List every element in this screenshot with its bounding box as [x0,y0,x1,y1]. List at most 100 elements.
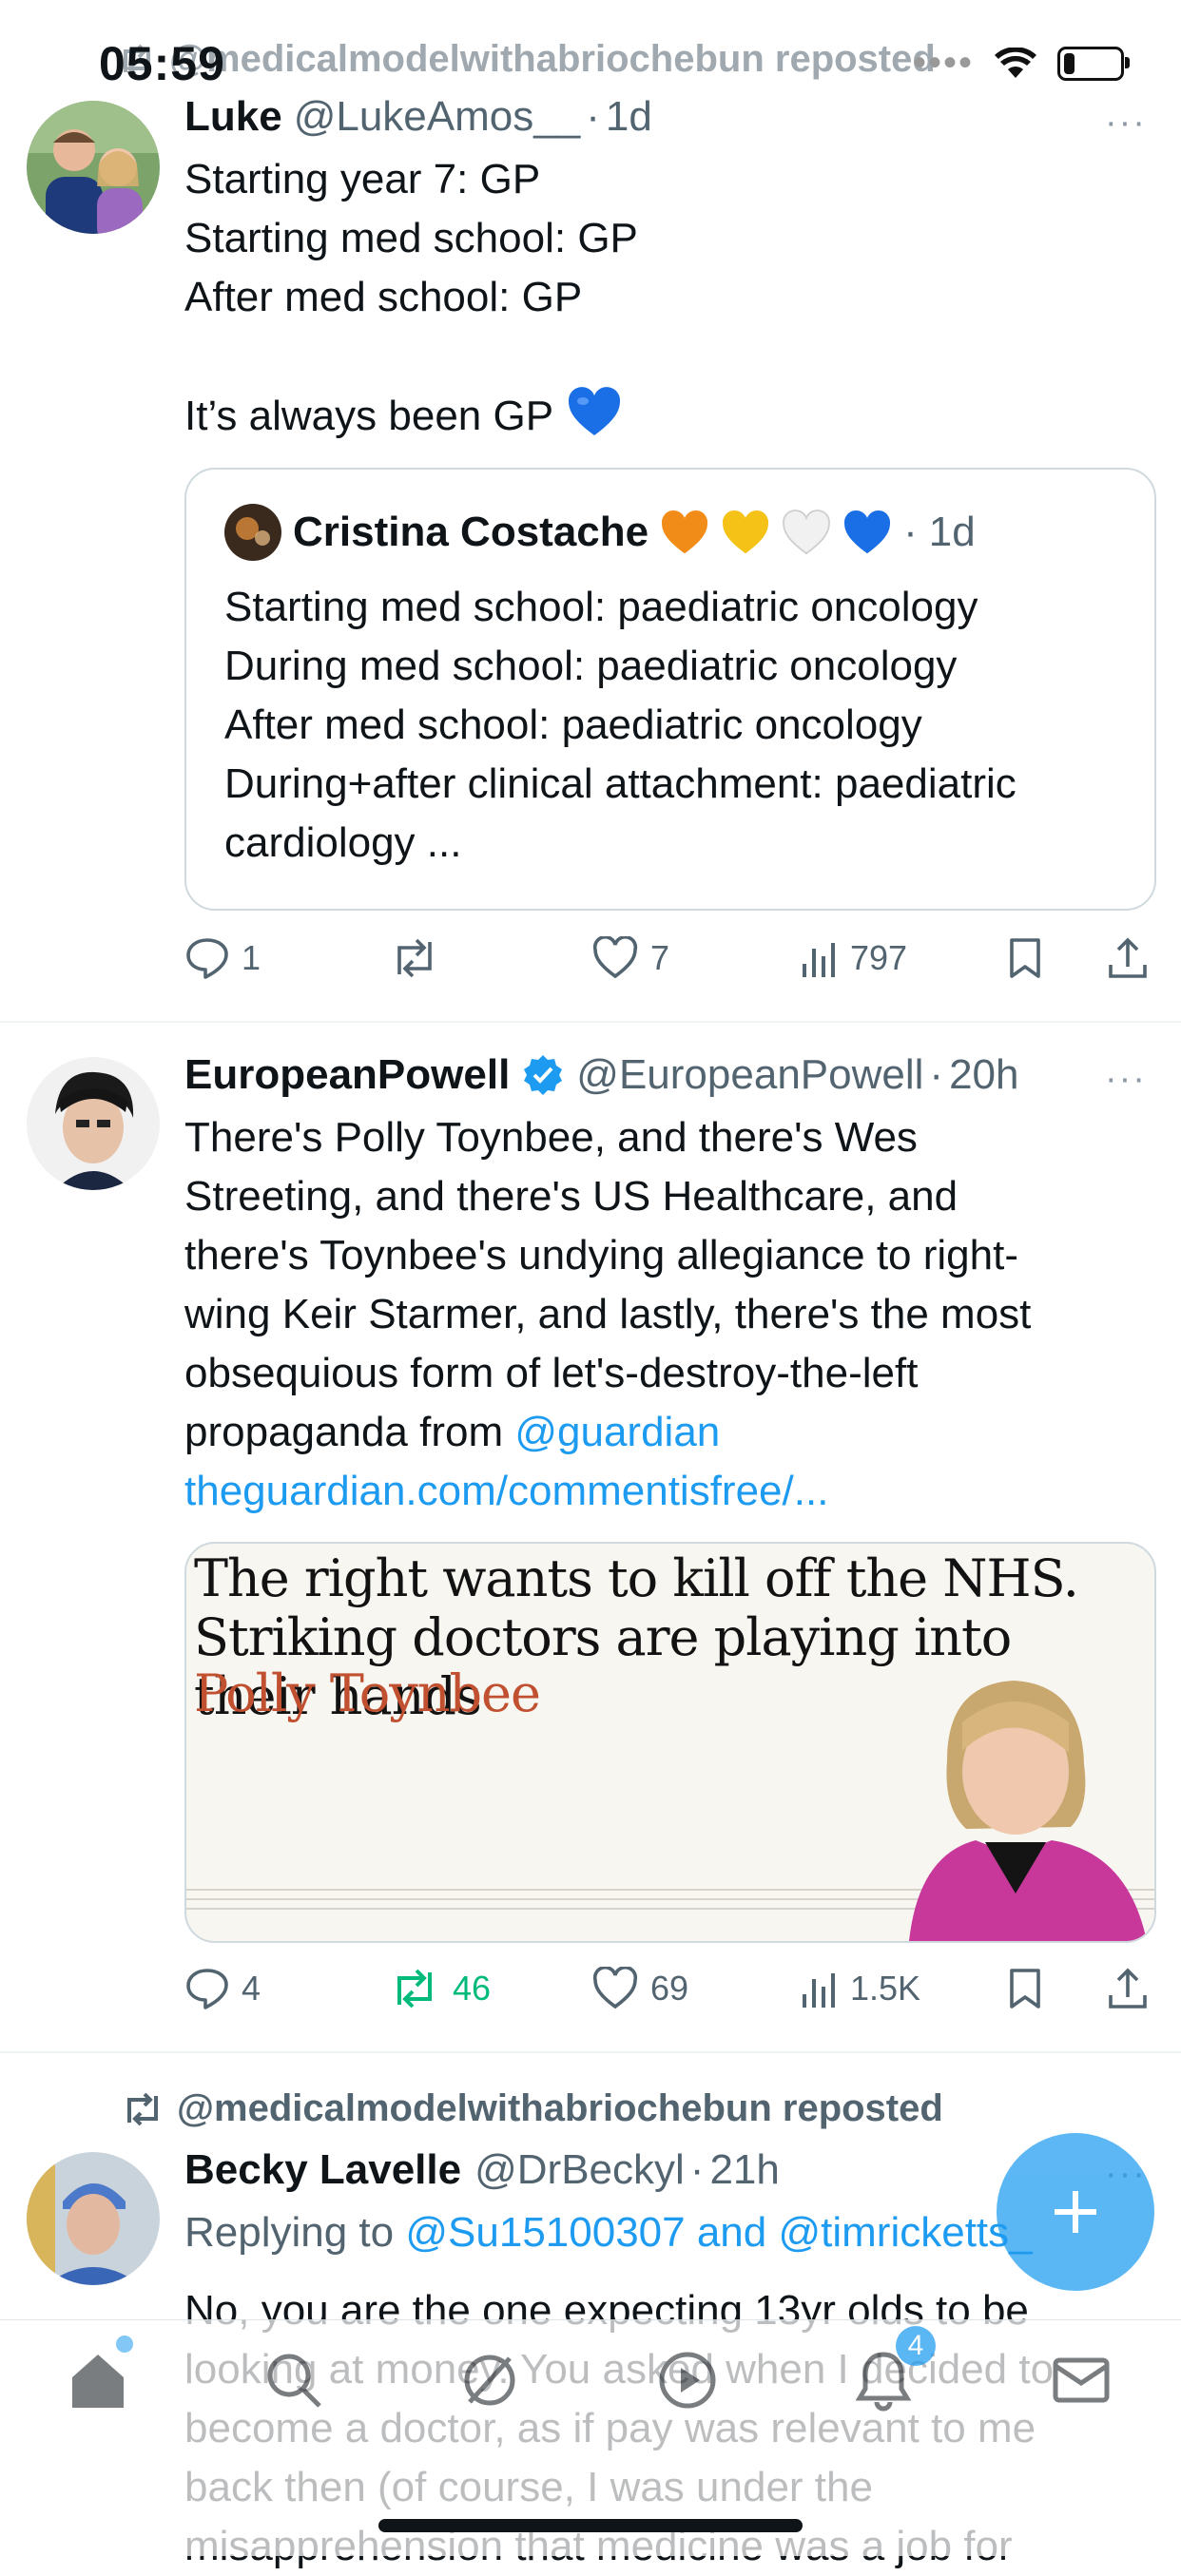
repost-button[interactable]: 46 [388,1967,491,2010]
repost-count: 46 [453,1969,492,2008]
tweet-time[interactable]: 1d [606,93,652,141]
blue-heart-icon [567,386,622,437]
replying-to: Replying to @Su15100307 and @timricketts… [184,2209,1033,2257]
avatar-photo [27,1057,160,1190]
avatar-photo [27,101,160,234]
url-link[interactable]: theguardian.com/commentisfree/... [184,1468,828,1514]
separator-dot: · [586,93,600,140]
card-byline: Polly Toynbee [194,1663,541,1723]
repost-indicator[interactable]: @medicalmodelwithabriochebun reposted [118,38,936,81]
view-count: 797 [850,938,908,977]
share-icon [1107,936,1149,980]
author-name[interactable]: Luke [184,93,282,141]
grok-icon [458,2349,521,2412]
tab-messages[interactable] [1050,2349,1113,2412]
reply-count: 4 [242,1969,261,2008]
quoted-tweet-card[interactable]: Cristina Costache · 1d Starting med scho… [184,468,1156,911]
views-chart-icon [801,937,839,979]
share-button[interactable] [1107,936,1149,980]
quoted-tweet-header: Cristina Costache · 1d [224,504,976,561]
search-icon [262,2349,325,2412]
views-button[interactable]: 797 [801,937,907,979]
reply-count: 1 [242,938,261,977]
author-handle[interactable]: @LukeAmos__ [294,93,581,141]
reply-icon [184,936,230,980]
like-count: 69 [650,1969,689,2008]
blue-heart-icon [842,509,892,555]
quoted-tweet-time: 1d [928,509,976,555]
battery-icon [1057,46,1130,81]
author-photo [909,1681,1147,1941]
mention-link[interactable]: @guardian [514,1409,720,1455]
separator-dot: · [903,509,918,555]
separator-dot: · [689,2146,705,2193]
tweet-time[interactable]: 20h [949,1051,1018,1099]
status-time: 05:59 [99,37,225,90]
repost-icon [388,1967,441,2010]
author-name[interactable]: Becky Lavelle [184,2146,461,2194]
like-button[interactable]: 69 [591,1967,688,2010]
compose-button[interactable] [997,2133,1154,2291]
like-button[interactable]: 7 [591,936,669,980]
tweet-header: Luke @LukeAmos__ · 1d [184,93,652,141]
views-chart-icon [801,1968,839,2009]
heart-outline-icon [591,936,639,980]
tab-search[interactable] [262,2349,325,2412]
notifications-badge: 4 [896,2326,936,2366]
mail-icon [1050,2349,1113,2412]
views-button[interactable]: 1.5K [801,1968,920,2009]
plus-icon [1049,2185,1102,2239]
home-indicator [378,2519,803,2532]
home-icon [67,2349,129,2412]
like-count: 7 [650,938,670,977]
tweet-divider [0,2051,1181,2053]
cellular-signal-icon: •••• [912,42,974,84]
tweet-divider [0,1021,1181,1023]
reply-button[interactable]: 1 [184,936,261,980]
status-icons: •••• [912,42,1130,85]
bookmark-icon [1006,936,1044,980]
avatar[interactable] [27,2152,160,2285]
author-name[interactable]: EuropeanPowell [184,1051,510,1099]
tweet-text: Starting year 7: GP Starting med school:… [184,150,1145,446]
repost-button[interactable] [388,936,453,980]
repost-indicator[interactable]: @medicalmodelwithabriochebun reposted [122,2087,943,2130]
bookmark-icon [1006,1967,1044,2010]
author-handle[interactable]: @EuropeanPowell [576,1051,923,1099]
repost-icon [388,936,441,980]
separator-dot: · [929,1051,944,1098]
tab-grok[interactable] [458,2349,521,2412]
tweet-time[interactable]: 21h [709,2146,779,2194]
link-preview-card[interactable]: The right wants to kill off the NHS. Str… [184,1542,1156,1943]
yellow-heart-icon [721,509,770,555]
bookmark-button[interactable] [1006,936,1044,980]
heart-outline-icon [591,1967,639,2010]
tweet-body: There's Polly Toynbee, and there's Wes S… [184,1114,1032,1455]
quoted-tweet-text: Starting med school: paediatric oncology… [224,584,1016,866]
tweet-text: There's Polly Toynbee, and there's Wes S… [184,1108,1154,1521]
share-icon [1107,1967,1149,2010]
reply-button[interactable]: 4 [184,1967,261,2010]
view-count: 1.5K [850,1969,921,2008]
quoted-avatar[interactable] [224,504,281,561]
tweet-actions: 1 7 797 [0,930,1181,987]
share-button[interactable] [1107,1967,1149,2010]
wifi-icon [995,47,1036,80]
orange-heart-icon [660,509,709,555]
tab-communities[interactable] [656,2349,719,2412]
avatar[interactable] [27,1057,160,1190]
repost-text: @medicalmodelwithabriochebun reposted [169,38,936,80]
tab-home[interactable] [67,2336,133,2412]
avatar[interactable] [27,101,160,234]
tweet-header: EuropeanPowell @EuropeanPowell · 20h [184,1051,1018,1099]
avatar-photo [27,2152,160,2285]
more-options-icon[interactable]: ··· [1105,1059,1147,1100]
author-handle[interactable]: @DrBeckyl [474,2146,685,2194]
bookmark-button[interactable] [1006,1967,1044,2010]
white-heart-icon [782,509,831,555]
repost-icon [122,2092,164,2126]
tweet-actions: 4 46 69 1.5K [0,1960,1181,2017]
replying-to-handles[interactable]: @Su15100307 and @timricketts_ [405,2209,1032,2256]
more-options-icon[interactable]: ··· [1105,103,1147,144]
reply-icon [184,1967,230,2010]
